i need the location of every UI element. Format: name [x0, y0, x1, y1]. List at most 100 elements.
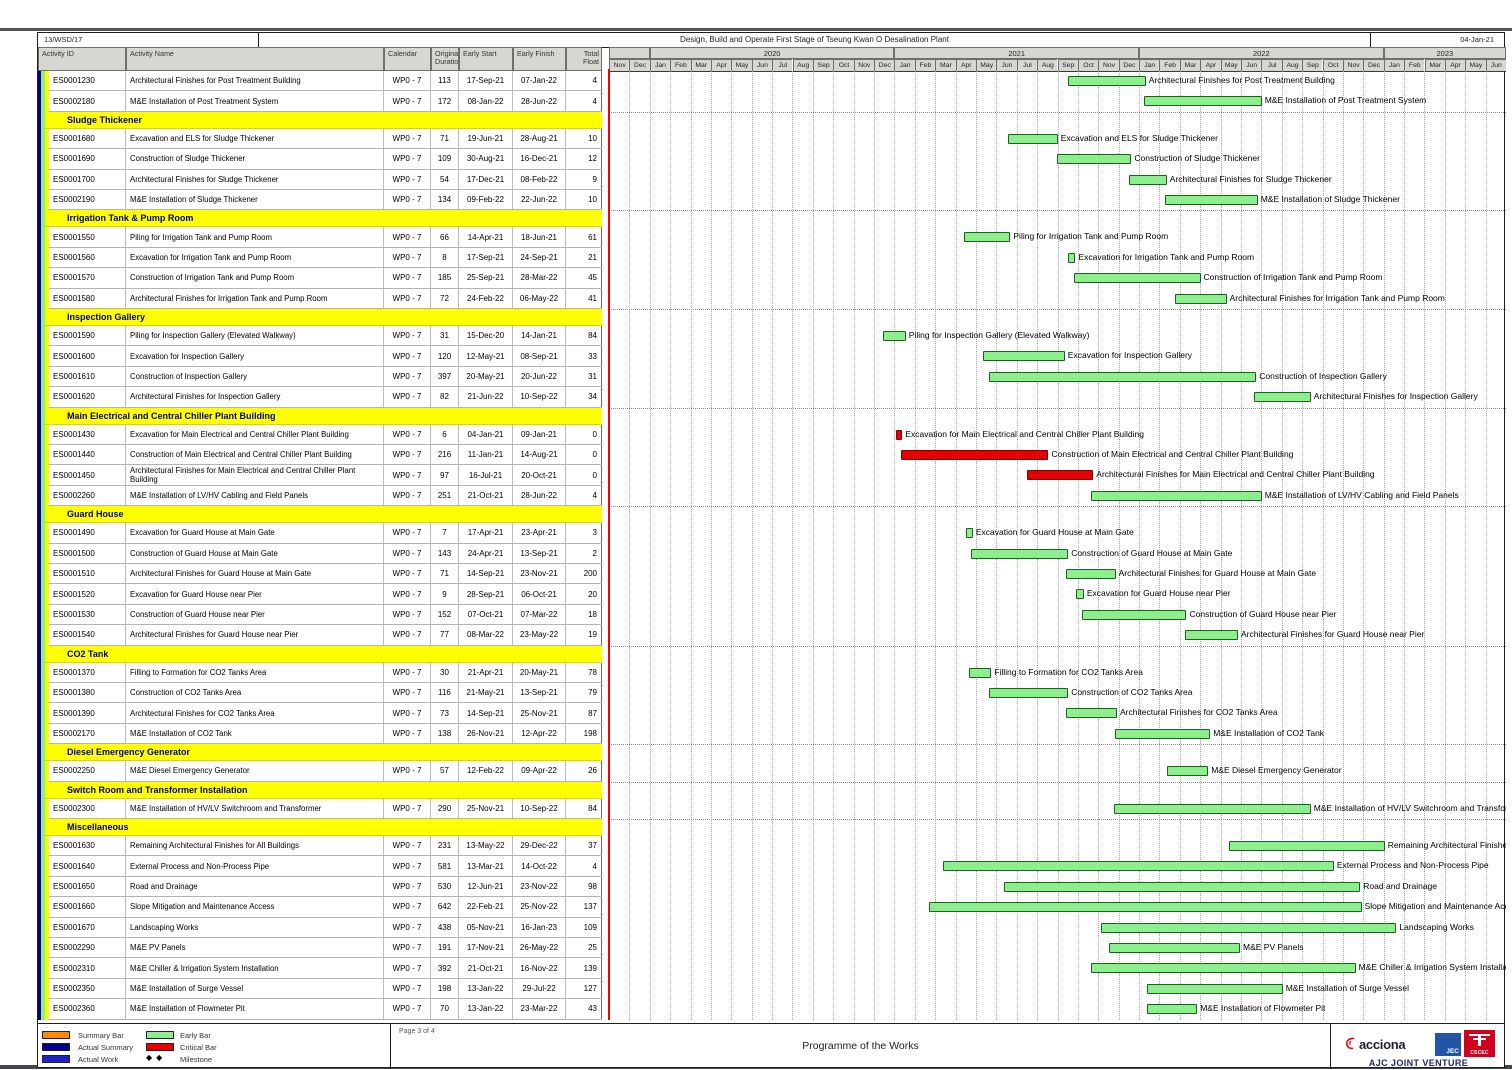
cell-activity-id: ES0001440 — [49, 445, 126, 464]
cell-activity-id: ES0002350 — [49, 979, 126, 998]
month-gridline — [691, 71, 692, 1020]
gantt-bar — [1144, 96, 1262, 106]
timeline-month: Jun — [752, 59, 772, 71]
group-sightline — [609, 782, 1506, 783]
cell-activity-id: ES0001370 — [49, 663, 126, 682]
activity-row: ES0002170M&E Installation of CO2 TankWP0… — [49, 724, 602, 744]
gantt-bar-label: Construction of Inspection Gallery — [1259, 371, 1387, 382]
cell-calendar: WP0 - 7 — [384, 346, 431, 365]
cell-total-float: 200 — [566, 564, 602, 583]
timeline-month: Sep — [1058, 59, 1078, 71]
jec-logo: JEC — [1435, 1033, 1461, 1056]
cell-activity-id: ES0001560 — [49, 248, 126, 267]
cell-activity-name: Filling to Formation for CO2 Tanks Area — [126, 663, 384, 682]
timeline-month: Jul — [1017, 59, 1037, 71]
cell-activity-id: ES0001590 — [49, 326, 126, 345]
gantt-bar — [969, 668, 991, 678]
timeline-month: Feb — [670, 59, 690, 71]
cell-activity-name: M&E Chiller & Irrigation System Installa… — [126, 958, 384, 977]
cell-early-start: 17-Dec-21 — [459, 170, 513, 189]
cell-calendar: WP0 - 7 — [384, 918, 431, 937]
timeline-year: 2022 — [1139, 47, 1384, 59]
month-gridline — [1363, 71, 1364, 1020]
gantt-bar-label: Remaining Architectural Finishes for All… — [1388, 840, 1506, 851]
cell-activity-name: Piling for Inspection Gallery (Elevated … — [126, 326, 384, 345]
activity-table-body: ES0001230Architectural Finishes for Post… — [38, 71, 602, 1020]
cell-activity-id: ES0001610 — [49, 367, 126, 386]
cell-early-finish: 12-Apr-22 — [513, 724, 566, 743]
cell-activity-id: ES0001450 — [49, 465, 126, 484]
activity-row: ES0001550Piling for Irrigation Tank and … — [49, 227, 602, 247]
activity-row: ES0002250M&E Diesel Emergency GeneratorW… — [49, 761, 602, 781]
month-gridline — [1180, 71, 1181, 1020]
group-row: Switch Room and Transformer Installation — [45, 782, 602, 799]
cell-original-duration: 7 — [431, 523, 459, 542]
cell-total-float: 41 — [566, 289, 602, 308]
cell-early-start: 13-May-22 — [459, 836, 513, 855]
legend-label: Critical Bar — [180, 1043, 217, 1052]
cell-early-finish: 28-Jun-22 — [513, 91, 566, 110]
timeline-month: Dec — [629, 59, 649, 71]
cell-total-float: 4 — [566, 856, 602, 875]
month-gridline — [650, 71, 651, 1020]
gantt-bar — [1068, 253, 1075, 263]
cell-activity-id: ES0002260 — [49, 486, 126, 505]
cell-original-duration: 397 — [431, 367, 459, 386]
timeline-month: Jul — [772, 59, 792, 71]
cell-total-float: 25 — [566, 938, 602, 957]
cell-calendar: WP0 - 7 — [384, 486, 431, 505]
month-gridline — [1058, 71, 1059, 1020]
gantt-bar — [1109, 943, 1240, 953]
cell-total-float: 18 — [566, 605, 602, 624]
timeline-year: 2023 — [1384, 47, 1506, 59]
cell-early-start: 21-Apr-21 — [459, 663, 513, 682]
cell-original-duration: 54 — [431, 170, 459, 189]
cell-calendar: WP0 - 7 — [384, 227, 431, 246]
month-gridline — [1098, 71, 1099, 1020]
timeline-month: Dec — [874, 59, 894, 71]
cell-activity-name: Excavation and ELS for Sludge Thickener — [126, 129, 384, 148]
cell-original-duration: 185 — [431, 268, 459, 287]
jec-logo-text: JEC — [1446, 1048, 1459, 1055]
header-activity-id: Activity ID — [38, 47, 126, 71]
group-label: Switch Room and Transformer Installation — [67, 783, 248, 798]
month-gridline — [1404, 71, 1405, 1020]
cell-total-float: 43 — [566, 999, 602, 1018]
cell-calendar: WP0 - 7 — [384, 544, 431, 563]
activity-row: ES0001590Piling for Inspection Gallery (… — [49, 326, 602, 346]
cell-early-start: 25-Nov-21 — [459, 799, 513, 818]
legend-label: Summary Bar — [78, 1031, 124, 1040]
gantt-bar-label: Excavation for Guard House near Pier — [1087, 588, 1231, 599]
group-label: Miscellaneous — [67, 820, 129, 835]
month-gridline — [752, 71, 753, 1020]
gantt-bar-label: M&E Installation of Surge Vessel — [1286, 983, 1409, 994]
month-gridline — [1486, 71, 1487, 1020]
cell-total-float: 4 — [566, 91, 602, 110]
cell-total-float: 20 — [566, 584, 602, 603]
cell-original-duration: 72 — [431, 289, 459, 308]
cell-total-float: 10 — [566, 190, 602, 209]
cell-activity-id: ES0002300 — [49, 799, 126, 818]
group-sightline — [609, 408, 1506, 409]
cell-early-start: 30-Aug-21 — [459, 149, 513, 168]
cell-activity-name: Construction of Inspection Gallery — [126, 367, 384, 386]
gantt-bar-label: M&E Installation of Flowmeter Pit — [1200, 1003, 1325, 1014]
cell-calendar: WP0 - 7 — [384, 799, 431, 818]
timeline-month: Oct — [833, 59, 853, 71]
gantt-bar-label: M&E Diesel Emergency Generator — [1211, 765, 1341, 776]
activity-row: ES0001580Architectural Finishes for Irri… — [49, 289, 602, 309]
cell-activity-id: ES0001640 — [49, 856, 126, 875]
cell-original-duration: 71 — [431, 564, 459, 583]
cell-activity-id: ES0002250 — [49, 761, 126, 780]
cell-total-float: 9 — [566, 170, 602, 189]
cell-calendar: WP0 - 7 — [384, 268, 431, 287]
cell-total-float: 21 — [566, 248, 602, 267]
activity-row: ES0001430Excavation for Main Electrical … — [49, 425, 602, 445]
cell-early-finish: 24-Sep-21 — [513, 248, 566, 267]
cscec-logo-text: CSCEC — [1464, 1050, 1495, 1056]
acciona-logo-mark — [1345, 1037, 1358, 1050]
activity-row: ES0001520Excavation for Guard House near… — [49, 584, 602, 604]
gantt-bar-label: M&E Installation of LV/HV Cabling and Fi… — [1265, 490, 1459, 501]
cell-calendar: WP0 - 7 — [384, 703, 431, 722]
activity-row: ES0001620Architectural Finishes for Insp… — [49, 387, 602, 407]
